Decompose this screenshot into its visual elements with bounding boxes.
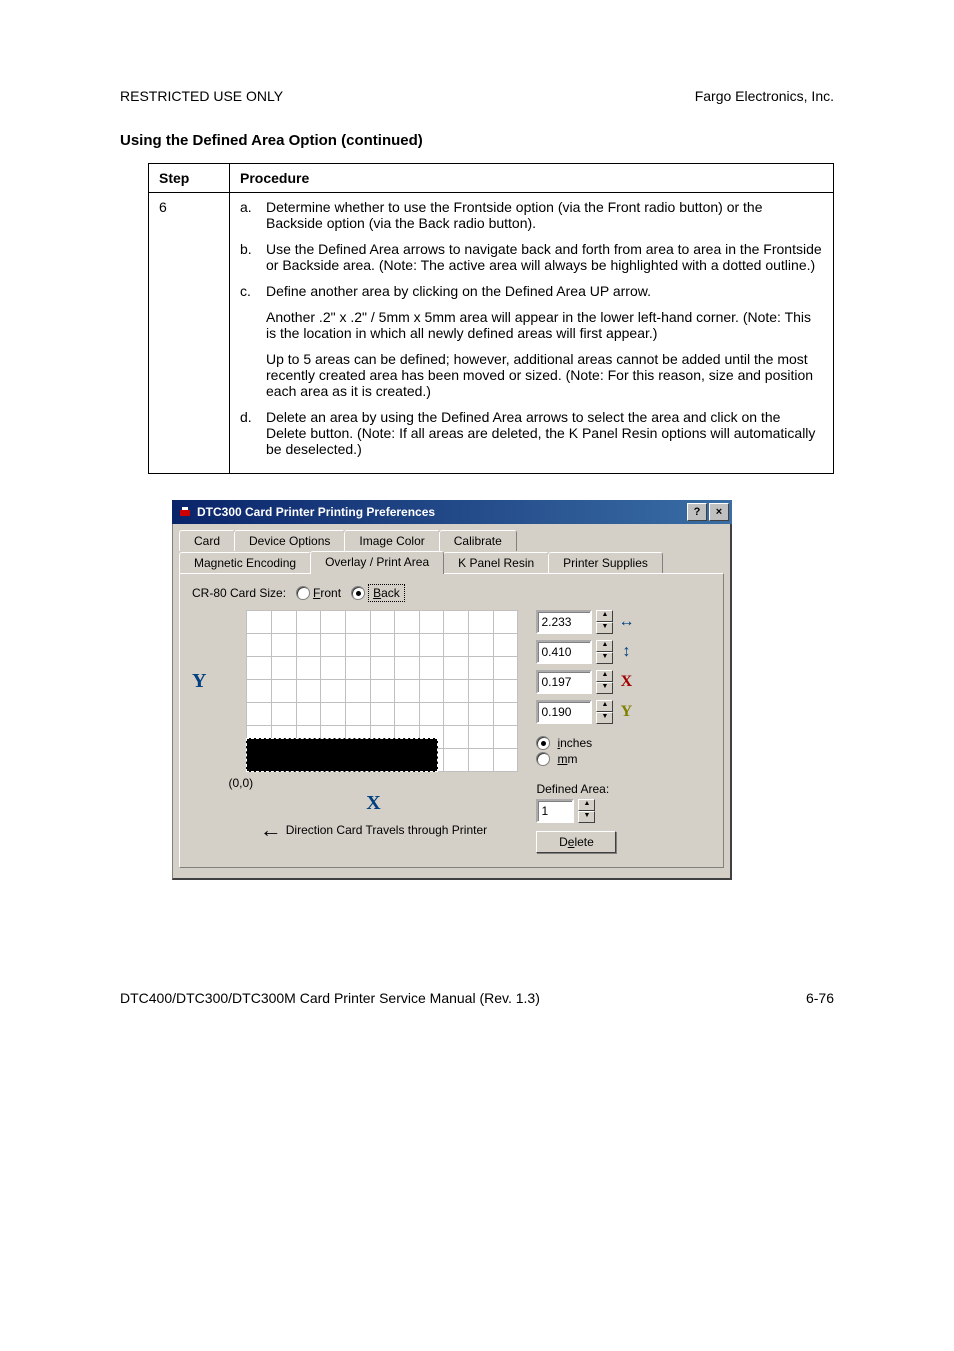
tab-magnetic-encoding[interactable]: Magnetic Encoding (179, 552, 311, 573)
direction-arrow-icon: ← (260, 817, 282, 843)
delete-button[interactable]: Delete (536, 831, 616, 853)
close-button[interactable]: × (709, 503, 729, 521)
item-c-sub2: Up to 5 areas can be defined; however, a… (266, 351, 823, 399)
tab-device-options[interactable]: Device Options (234, 530, 345, 551)
origin-label: (0,0) (228, 776, 253, 790)
header-left: RESTRICTED USE ONLY (120, 88, 283, 104)
tab-calibrate[interactable]: Calibrate (439, 530, 517, 551)
th-step: Step (149, 164, 230, 193)
direction-label: Direction Card Travels through Printer (286, 823, 487, 837)
defined-area-preview[interactable] (246, 738, 438, 772)
x-dim-icon: X (617, 673, 635, 691)
tab-printer-supplies[interactable]: Printer Supplies (548, 552, 663, 573)
front-radio[interactable] (296, 586, 310, 600)
y-spinner[interactable]: ▲▼ (596, 700, 613, 724)
mm-label: mm (557, 752, 577, 766)
tab-overlay-print-area[interactable]: Overlay / Print Area (310, 551, 444, 574)
defined-area-input[interactable]: 1 (536, 799, 574, 823)
back-radio-label: Back (368, 584, 405, 602)
item-d-label: d. (240, 409, 260, 457)
x-input[interactable]: 0.197 (536, 670, 592, 694)
inches-radio[interactable] (536, 736, 550, 750)
tab-k-panel-resin[interactable]: K Panel Resin (443, 552, 549, 573)
dialog-title: DTC300 Card Printer Printing Preferences (197, 505, 685, 519)
inches-label: inches (557, 736, 592, 750)
footer-left: DTC400/DTC300/DTC300M Card Printer Servi… (120, 990, 540, 1006)
header-right: Fargo Electronics, Inc. (695, 88, 834, 104)
width-icon: ↔ (617, 613, 635, 631)
x-axis-label: X (366, 792, 380, 815)
back-radio[interactable] (351, 586, 365, 600)
item-a-label: a. (240, 199, 260, 231)
item-c-label: c. (240, 283, 260, 299)
tab-card[interactable]: Card (179, 530, 235, 551)
item-b-label: b. (240, 241, 260, 273)
mm-radio[interactable] (536, 752, 550, 766)
height-input[interactable]: 0.410 (536, 640, 592, 664)
height-spinner[interactable]: ▲▼ (596, 640, 613, 664)
dialog-titlebar: DTC300 Card Printer Printing Preferences… (172, 500, 732, 524)
th-procedure: Procedure (230, 164, 834, 193)
procedure-cell: a. Determine whether to use the Frontsid… (230, 193, 834, 474)
front-radio-label: Front (313, 586, 341, 600)
step-number: 6 (149, 193, 230, 474)
item-d-text: Delete an area by using the Defined Area… (266, 409, 823, 457)
height-icon: ↕ (617, 643, 635, 661)
procedure-table: Step Procedure 6 a. Determine whether to… (148, 163, 834, 474)
printing-preferences-dialog: DTC300 Card Printer Printing Preferences… (172, 500, 732, 880)
width-spinner[interactable]: ▲▼ (596, 610, 613, 634)
x-spinner[interactable]: ▲▼ (596, 670, 613, 694)
y-axis-label: Y (192, 670, 206, 853)
section-title: Using the Defined Area Option (continued… (120, 132, 834, 149)
item-b-text: Use the Defined Area arrows to navigate … (266, 241, 823, 273)
help-button[interactable]: ? (687, 503, 707, 521)
item-c-text: Define another area by clicking on the D… (266, 283, 651, 299)
defined-area-label: Defined Area: (536, 782, 635, 796)
tab-image-color[interactable]: Image Color (344, 530, 439, 551)
y-dim-icon: Y (617, 703, 635, 721)
card-preview-grid: (0,0) (228, 610, 518, 790)
footer-right: 6-76 (806, 990, 834, 1006)
defined-area-spinner[interactable]: ▲▼ (578, 799, 595, 823)
y-input[interactable]: 0.190 (536, 700, 592, 724)
width-input[interactable]: 2.233 (536, 610, 592, 634)
printer-icon (178, 505, 192, 519)
item-c-sub1: Another .2" x .2" / 5mm x 5mm area will … (266, 309, 823, 341)
cardsize-label: CR-80 Card Size: (192, 586, 286, 600)
item-a-text: Determine whether to use the Frontside o… (266, 199, 823, 231)
